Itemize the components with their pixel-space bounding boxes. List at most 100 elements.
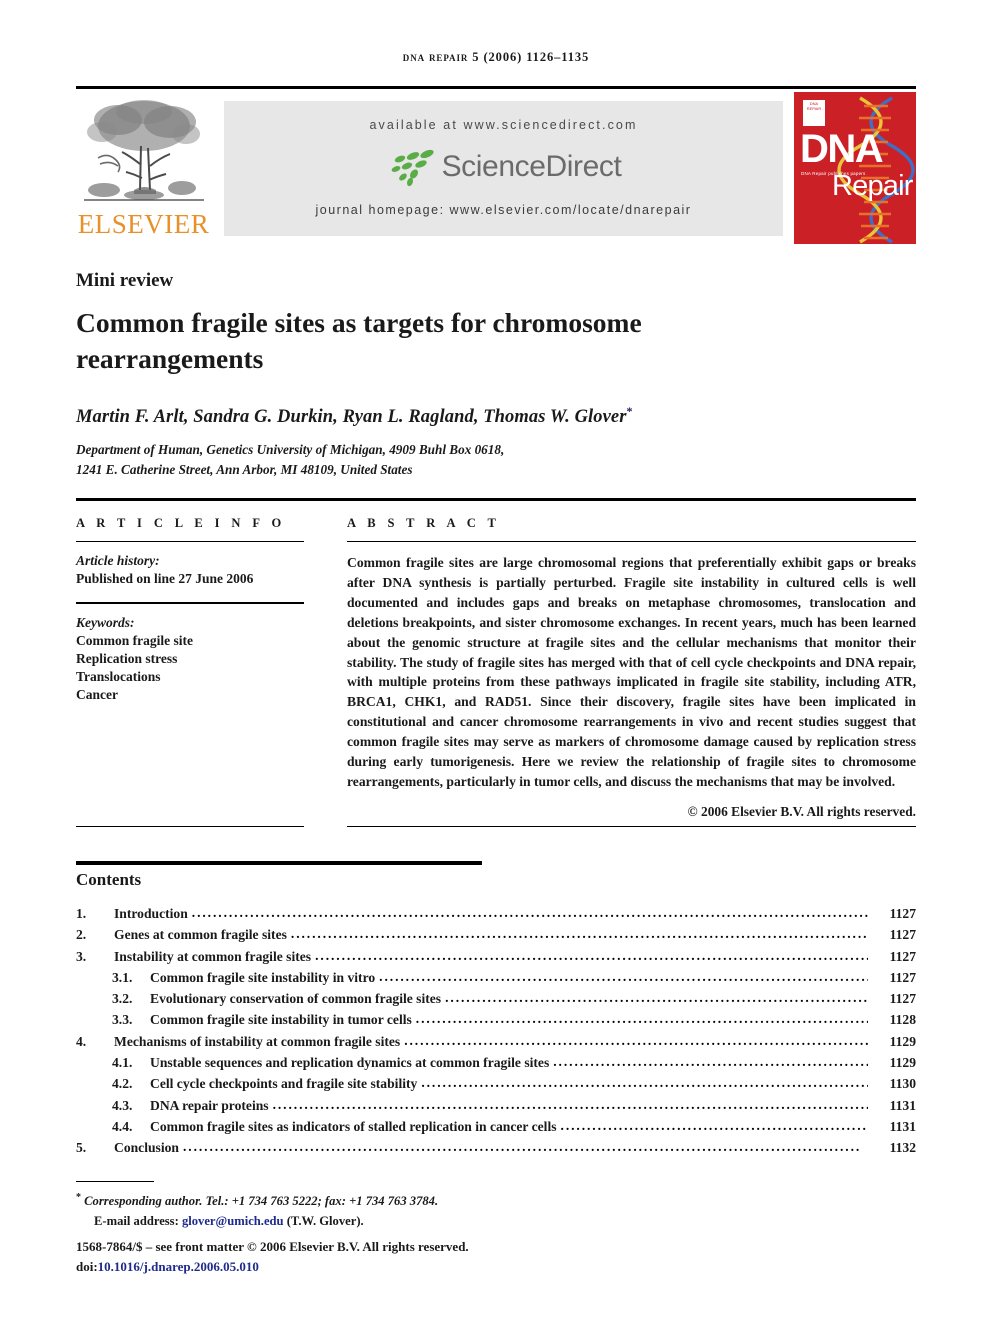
toc-page-number: 1132	[889, 1140, 916, 1156]
toc-entry[interactable]: 4.4. Common fragile sites as indicators …	[76, 1117, 916, 1140]
elsevier-logo: ELSEVIER	[76, 92, 211, 244]
footnote-block: * Corresponding author. Tel.: +1 734 763…	[76, 1190, 776, 1232]
toc-page-number: 1130	[889, 1076, 916, 1092]
toc-number: 4.3.	[112, 1097, 133, 1113]
toc-page-number: 1127	[889, 991, 916, 1007]
page-title: Common fragile sites as targets for chro…	[76, 307, 642, 374]
article-history-label: Article history:	[76, 553, 160, 569]
toc-label: Common fragile site instability in tumor…	[150, 1012, 412, 1028]
running-head: DNA REPAIR 5 (2006) 1126–1135	[402, 50, 590, 64]
affiliation-line-1: Department of Human, Genetics University…	[76, 442, 505, 457]
toc-entry[interactable]: 3.3. Common fragile site instability in …	[76, 1011, 916, 1033]
journal-homepage-text: journal homepage: www.elsevier.com/locat…	[315, 203, 692, 217]
toc-page-number: 1131	[889, 1118, 916, 1134]
article-info-rule	[76, 541, 304, 543]
masthead: ELSEVIER available at www.sciencedirect.…	[76, 92, 916, 244]
keyword-item: Replication stress	[76, 650, 178, 666]
toc-page-number: 1127	[889, 948, 916, 964]
toc-label: DNA repair proteins	[150, 1097, 269, 1113]
corresponding-author-text: Corresponding author. Tel.: +1 734 763 5…	[84, 1194, 439, 1209]
toc-entry[interactable]: 3. Instability at common fragile sites .…	[76, 947, 916, 970]
article-info-column: A R T I C L E I N F O Article history: P…	[76, 516, 304, 703]
toc-leader: ........................................…	[415, 1011, 868, 1027]
toc-entry[interactable]: 1. Introduction ........................…	[76, 905, 916, 927]
toc-label: Instability at common fragile sites	[114, 948, 312, 964]
toc-page-number: 1131	[889, 1097, 916, 1113]
toc-page-number: 1127	[889, 906, 916, 921]
available-at-text: available at www.sciencedirect.com	[369, 118, 638, 132]
toc-leader: ........................................…	[290, 926, 868, 942]
toc-label: Cell cycle checkpoints and fragile site …	[150, 1076, 418, 1092]
imprint-block: 1568-7864/$ – see front matter © 2006 El…	[76, 1237, 469, 1277]
toc-entry[interactable]: 5. Conclusion ..........................…	[76, 1139, 916, 1161]
footnote-rule	[76, 1181, 154, 1183]
toc-entry[interactable]: 4.1. Unstable sequences and replication …	[76, 1054, 916, 1076]
affiliation-line-2: 1241 E. Catherine Street, Ann Arbor, MI …	[76, 462, 413, 478]
toc-entry[interactable]: 4.2. Cell cycle checkpoints and fragile …	[76, 1075, 916, 1097]
toc-number: 2.	[76, 927, 87, 943]
toc-number: 4.4.	[112, 1118, 133, 1134]
toc-label: Introduction	[114, 906, 188, 921]
journal-cover-image: DNA REPAIR DNA DNA Repair publishes pape…	[794, 92, 916, 244]
toc-number: 5.	[76, 1140, 87, 1156]
journal-article-first-page: DNA REPAIR 5 (2006) 1126–1135	[0, 0, 992, 1323]
abstract-heading: A B S T R A C T	[347, 516, 501, 530]
toc-entry[interactable]: 3.2. Evolutionary conservation of common…	[76, 990, 916, 1012]
toc-page-number: 1128	[889, 1012, 916, 1028]
keyword-item: Common fragile site	[76, 632, 193, 648]
toc-leader: ........................................…	[421, 1075, 868, 1091]
email-owner: (T.W. Glover).	[286, 1214, 364, 1229]
toc-number: 4.1.	[112, 1055, 133, 1071]
toc-leader: ........................................…	[315, 947, 868, 963]
author-list: Martin F. Arlt, Sandra G. Durkin, Ryan L…	[76, 404, 633, 428]
toc-entry[interactable]: 4.3. DNA repair proteins ...............…	[76, 1096, 916, 1119]
toc-leader: ........................................…	[379, 968, 868, 984]
toc-number: 4.	[76, 1033, 87, 1049]
toc-label: Common fragile site instability in vitro	[150, 969, 376, 985]
abstract-rule	[347, 541, 916, 543]
toc-label: Common fragile sites as indicators of st…	[150, 1118, 557, 1134]
cover-badge: DNA REPAIR	[803, 100, 825, 126]
abstract-copyright: © 2006 Elsevier B.V. All rights reserved…	[687, 803, 916, 819]
toc-label: Evolutionary conservation of common frag…	[150, 991, 442, 1007]
toc-page-number: 1127	[889, 927, 916, 943]
contents-top-rule	[76, 861, 482, 865]
toc-leader: ........................................…	[191, 905, 868, 920]
masthead-top-rule	[76, 86, 916, 89]
cover-title-repair: Repair	[832, 170, 913, 202]
doi-label: doi:	[76, 1259, 98, 1275]
email-link[interactable]: glover@umich.edu	[182, 1214, 284, 1228]
toc-label: Genes at common fragile sites	[114, 927, 287, 943]
toc-label: Mechanisms of instability at common frag…	[114, 1033, 401, 1049]
elsevier-wordmark: ELSEVIER	[77, 209, 210, 239]
keywords-label: Keywords:	[76, 614, 135, 630]
toc-leader: ........................................…	[560, 1117, 868, 1133]
toc-leader: ........................................…	[182, 1139, 862, 1155]
toc-number: 3.1.	[112, 969, 133, 985]
abstract-column: A B S T R A C T Common fragile sites are…	[347, 516, 916, 820]
affiliation: Department of Human, Genetics University…	[76, 440, 504, 480]
abstract-text: Common fragile sites are large chromosom…	[347, 555, 916, 789]
info-section-top-rule	[76, 498, 916, 501]
toc-entry[interactable]: 4. Mechanisms of instability at common f…	[76, 1032, 916, 1055]
issn-copyright-line: 1568-7864/$ – see front matter © 2006 El…	[76, 1239, 469, 1254]
article-history-value: Published on line 27 June 2006	[76, 571, 254, 587]
doi-link[interactable]: 10.1016/j.dnarep.2006.05.010	[98, 1259, 259, 1274]
toc-leader: ........................................…	[404, 1032, 868, 1048]
cover-title-dna: DNA	[800, 127, 884, 171]
toc-number: 1.	[76, 906, 87, 921]
sciencedirect-banner: available at www.sciencedirect.com Scien…	[224, 101, 783, 236]
toc-label: Conclusion	[114, 1140, 179, 1156]
email-note: E-mail address: glover@umich.edu (T.W. G…	[76, 1212, 776, 1232]
sciencedirect-wordmark: ScienceDirect	[441, 150, 622, 183]
toc-leader: ........................................…	[272, 1096, 868, 1112]
toc-number: 3.	[76, 948, 87, 964]
toc-entry[interactable]: 3.1. Common fragile site instability in …	[76, 968, 916, 991]
toc-page-number: 1127	[889, 969, 916, 985]
corresponding-author-note: * Corresponding author. Tel.: +1 734 763…	[76, 1190, 776, 1212]
toc-entry[interactable]: 2. Genes at common fragile sites .......…	[76, 926, 916, 948]
corresponding-author-marker: *	[626, 404, 633, 418]
toc-page-number: 1129	[889, 1055, 916, 1071]
sciencedirect-leaf-icon	[391, 149, 434, 187]
keyword-item: Translocations	[76, 668, 161, 684]
